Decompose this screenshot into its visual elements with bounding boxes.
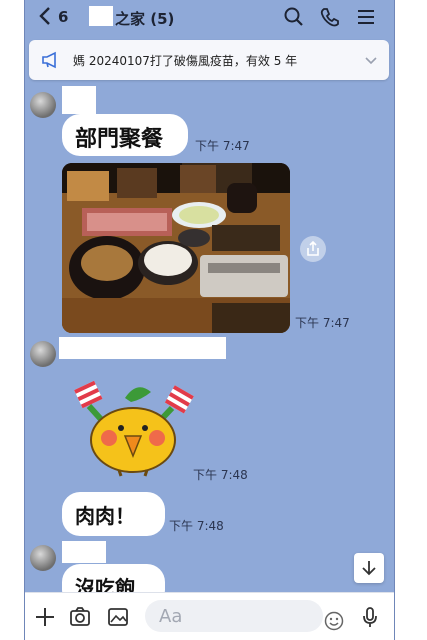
avatar[interactable] (30, 92, 56, 118)
message-time: 下午 7:48 (169, 519, 224, 533)
chevron-down-icon[interactable] (363, 52, 379, 68)
chick-sticker[interactable] (67, 378, 197, 478)
plus-icon[interactable] (33, 605, 57, 629)
phone-icon[interactable] (317, 4, 343, 30)
message-bubble[interactable]: 肉肉！ (62, 492, 165, 536)
input-placeholder: Aa (159, 606, 183, 627)
arrow-down-icon (362, 561, 376, 576)
message-time: 下午 7:47 (295, 316, 350, 330)
redacted-sender-name (59, 337, 226, 359)
message-time: 下午 7:48 (193, 468, 248, 482)
redacted-sender-name (62, 86, 96, 114)
message-time: 下午 7:47 (195, 139, 250, 153)
chat-header: 6 之家 (5) (25, 0, 394, 34)
composer-bar: Aa (25, 592, 394, 640)
share-icon[interactable] (300, 236, 326, 262)
image-icon[interactable] (106, 605, 130, 629)
member-count[interactable]: 6 (58, 8, 68, 26)
message-text: 肉肉！ (75, 504, 135, 528)
avatar[interactable] (30, 341, 56, 367)
announcement-banner[interactable]: 媽 20240107打了破傷風疫苗，有效 5 年 (29, 40, 389, 80)
microphone-icon[interactable] (358, 605, 382, 629)
menu-icon[interactable] (353, 4, 379, 30)
scroll-to-bottom-button[interactable] (354, 553, 384, 583)
chat-window: 6 之家 (5) 媽 20240107打了破傷風疫苗，有效 5 年 部門聚餐 下… (24, 0, 395, 640)
chat-title[interactable]: 之家 (5) (115, 8, 174, 29)
camera-icon[interactable] (68, 605, 92, 629)
message-bubble[interactable]: 部門聚餐 (62, 114, 188, 156)
emoji-icon[interactable] (323, 610, 345, 632)
search-icon[interactable] (281, 4, 307, 30)
message-text: 部門聚餐 (75, 127, 164, 152)
food-photo[interactable] (62, 163, 290, 333)
redacted-sender-name (62, 541, 106, 563)
redacted-name (89, 6, 113, 26)
announcement-text: 媽 20240107打了破傷風疫苗，有效 5 年 (73, 54, 298, 68)
message-input[interactable]: Aa (145, 600, 344, 632)
megaphone-icon (41, 51, 61, 69)
back-chevron-icon[interactable] (37, 5, 53, 32)
avatar[interactable] (30, 545, 56, 571)
